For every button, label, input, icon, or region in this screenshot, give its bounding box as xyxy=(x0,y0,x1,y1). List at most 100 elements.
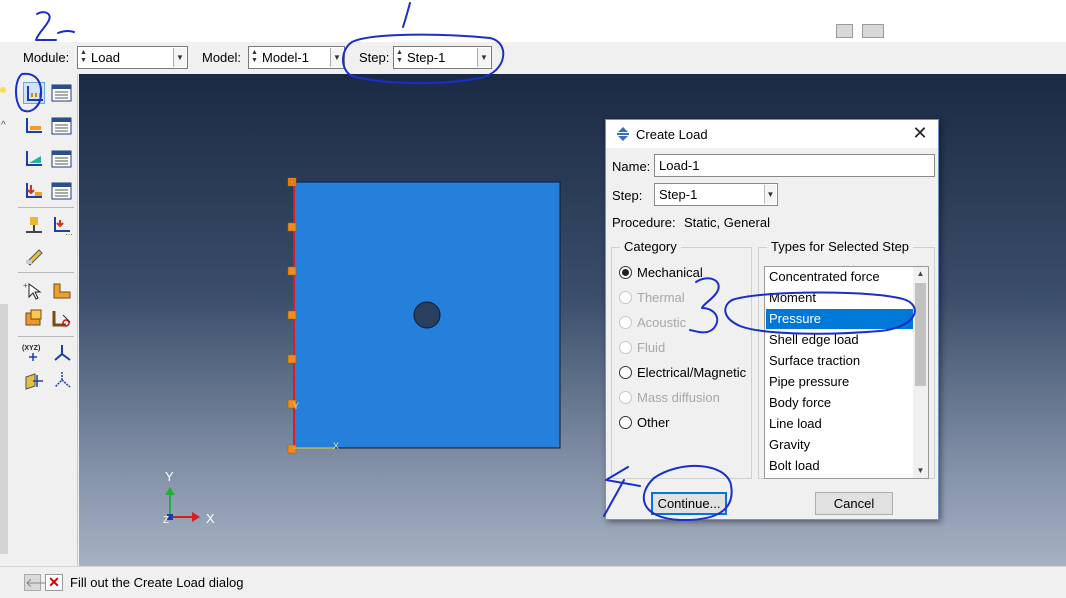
edit-pencil-icon[interactable] xyxy=(23,244,45,266)
close-icon[interactable]: ✕ xyxy=(910,123,930,143)
spin-icon[interactable]: ▲ ▼ xyxy=(395,49,404,66)
datum-plane-icon[interactable] xyxy=(23,369,45,391)
category-label: Other xyxy=(637,415,670,430)
chevron-up-icon: ^ xyxy=(1,120,6,131)
type-gravity[interactable]: Gravity xyxy=(766,435,914,455)
radio-icon xyxy=(619,291,632,304)
category-label: Mass diffusion xyxy=(637,390,720,405)
type-bolt-load[interactable]: Bolt load xyxy=(766,456,914,476)
create-load-tool[interactable] xyxy=(23,82,45,104)
spin-icon[interactable]: ▲ ▼ xyxy=(79,49,88,66)
load-case-manager-icon[interactable] xyxy=(51,181,73,203)
scrollbar-thumb[interactable] xyxy=(915,283,926,386)
spin-icon[interactable]: ▲ ▼ xyxy=(250,49,259,66)
status-bar: 🡐 ✕ Fill out the Create Load dialog xyxy=(0,566,1066,598)
step-select[interactable]: Step-1 ▼ xyxy=(654,183,778,206)
module-select[interactable]: ▲ ▼ Load ▼ xyxy=(77,46,188,69)
procedure-value: Static, General xyxy=(684,215,770,230)
prompt-message: Fill out the Create Load dialog xyxy=(70,575,244,590)
type-shell-edge-load[interactable]: Shell edge load xyxy=(766,330,914,350)
module-label: Module: xyxy=(23,50,70,65)
category-label: Electrical/Magnetic xyxy=(637,365,747,380)
radio-icon[interactable] xyxy=(619,416,632,429)
types-group: Types for Selected Step Concentrated for… xyxy=(758,239,935,479)
triad-x-label: X xyxy=(206,511,215,526)
table-tool-icon[interactable] xyxy=(862,24,884,38)
left-arrow-icon[interactable]: 🡐 xyxy=(24,574,60,591)
toolbox-scrollbar[interactable] xyxy=(0,304,8,554)
model-select[interactable]: ▲ ▼ Model-1 ▼ xyxy=(248,46,345,69)
radio-icon xyxy=(619,341,632,354)
create-predefined-field-tool[interactable] xyxy=(23,148,45,170)
create-bc-tool[interactable] xyxy=(23,115,45,137)
type-surface-traction[interactable]: Surface traction xyxy=(766,351,914,371)
category-label: Thermal xyxy=(637,290,685,305)
procedure-label: Procedure: xyxy=(612,215,676,230)
category-label: Acoustic xyxy=(637,315,687,330)
part-axis-y-label: Y xyxy=(293,401,299,411)
category-group: Category Mechanical Thermal Acoustic Flu… xyxy=(611,239,752,479)
type-moment[interactable]: Moment xyxy=(766,288,914,308)
cancel-button[interactable]: Cancel xyxy=(815,492,893,515)
bc-manager-icon[interactable] xyxy=(51,116,73,138)
type-pipe-pressure[interactable]: Pipe pressure xyxy=(766,372,914,392)
svg-text:(XYZ): (XYZ) xyxy=(22,345,40,352)
types-scrollbar[interactable]: ▲ ▼ xyxy=(913,267,928,478)
coordinate-xyz-icon[interactable]: (XYZ) xyxy=(21,342,47,364)
step-label: Step: xyxy=(612,188,643,203)
types-title: Types for Selected Step xyxy=(767,239,914,254)
red-x-icon[interactable]: ✕ xyxy=(45,574,63,591)
create-load-dialog: Create Load ✕ Name: Load-1 Step: Step-1 … xyxy=(605,119,939,520)
chevron-down-icon[interactable]: ▼ xyxy=(764,185,776,204)
model-value: Model-1 xyxy=(262,50,309,65)
chevron-down-icon[interactable]: ▼ xyxy=(477,48,490,67)
category-label: Mechanical xyxy=(637,265,703,280)
select-cursor-icon[interactable]: + xyxy=(23,280,45,302)
radio-icon xyxy=(619,316,632,329)
set-icon[interactable] xyxy=(23,307,45,329)
context-bar: Module: ▲ ▼ Load ▼ Model: ▲ ▼ Model-1 ▼ St… xyxy=(0,42,1066,74)
step-value: Step-1 xyxy=(407,50,446,65)
chevron-down-icon[interactable]: ▼ xyxy=(173,48,186,67)
name-input[interactable]: Load-1 xyxy=(654,154,935,177)
svg-text:…: … xyxy=(65,228,73,236)
type-concentrated-force[interactable]: Concentrated force xyxy=(766,267,914,287)
part-hole[interactable] xyxy=(413,301,441,329)
triad-z-label: Z xyxy=(163,515,169,526)
step-select-value: Step-1 xyxy=(659,187,698,202)
step-select[interactable]: ▲ ▼ Step-1 ▼ xyxy=(393,46,492,69)
radio-icon[interactable] xyxy=(619,266,632,279)
chevron-down-icon[interactable]: ▼ xyxy=(913,464,928,478)
special-connector-icon[interactable] xyxy=(23,214,45,236)
continue-button[interactable]: Continue... xyxy=(651,492,727,515)
toolbox-separator xyxy=(18,207,74,208)
datum-axis-icon[interactable] xyxy=(51,369,73,391)
dialog-titlebar[interactable]: Create Load ✕ xyxy=(606,120,938,148)
toolbox: ^ … + (XYZ) xyxy=(0,74,78,566)
type-pressure[interactable]: Pressure xyxy=(766,309,914,329)
category-title: Category xyxy=(620,239,681,254)
toolbox-separator xyxy=(18,336,74,337)
type-line-load[interactable]: Line load xyxy=(766,414,914,434)
step-label: Step: xyxy=(359,50,390,65)
abaqus-dialog-icon xyxy=(617,127,629,141)
field-manager-icon[interactable] xyxy=(51,149,73,171)
type-body-force[interactable]: Body force xyxy=(766,393,914,413)
radio-icon[interactable] xyxy=(619,366,632,379)
chevron-up-icon[interactable]: ▲ xyxy=(913,267,928,281)
name-label: Name: xyxy=(612,159,651,174)
split-load-icon[interactable]: … xyxy=(51,214,73,237)
query-tool-icon[interactable] xyxy=(836,24,853,38)
partition-cut-icon[interactable] xyxy=(51,307,73,329)
dialog-title: Create Load xyxy=(636,127,708,142)
toolbox-separator xyxy=(18,272,74,273)
part-axis-x-label: X xyxy=(333,441,339,451)
chevron-down-icon[interactable]: ▼ xyxy=(330,48,343,67)
types-list[interactable]: Concentrated force Moment Pressure Shell… xyxy=(764,266,929,479)
view-triad: Y X Z xyxy=(163,469,215,526)
load-manager-icon[interactable] xyxy=(51,83,73,105)
create-load-case-tool[interactable] xyxy=(23,180,45,202)
triad-y-label: Y xyxy=(165,469,174,484)
datum-csys-icon[interactable] xyxy=(51,342,73,364)
surface-icon[interactable] xyxy=(51,280,73,302)
